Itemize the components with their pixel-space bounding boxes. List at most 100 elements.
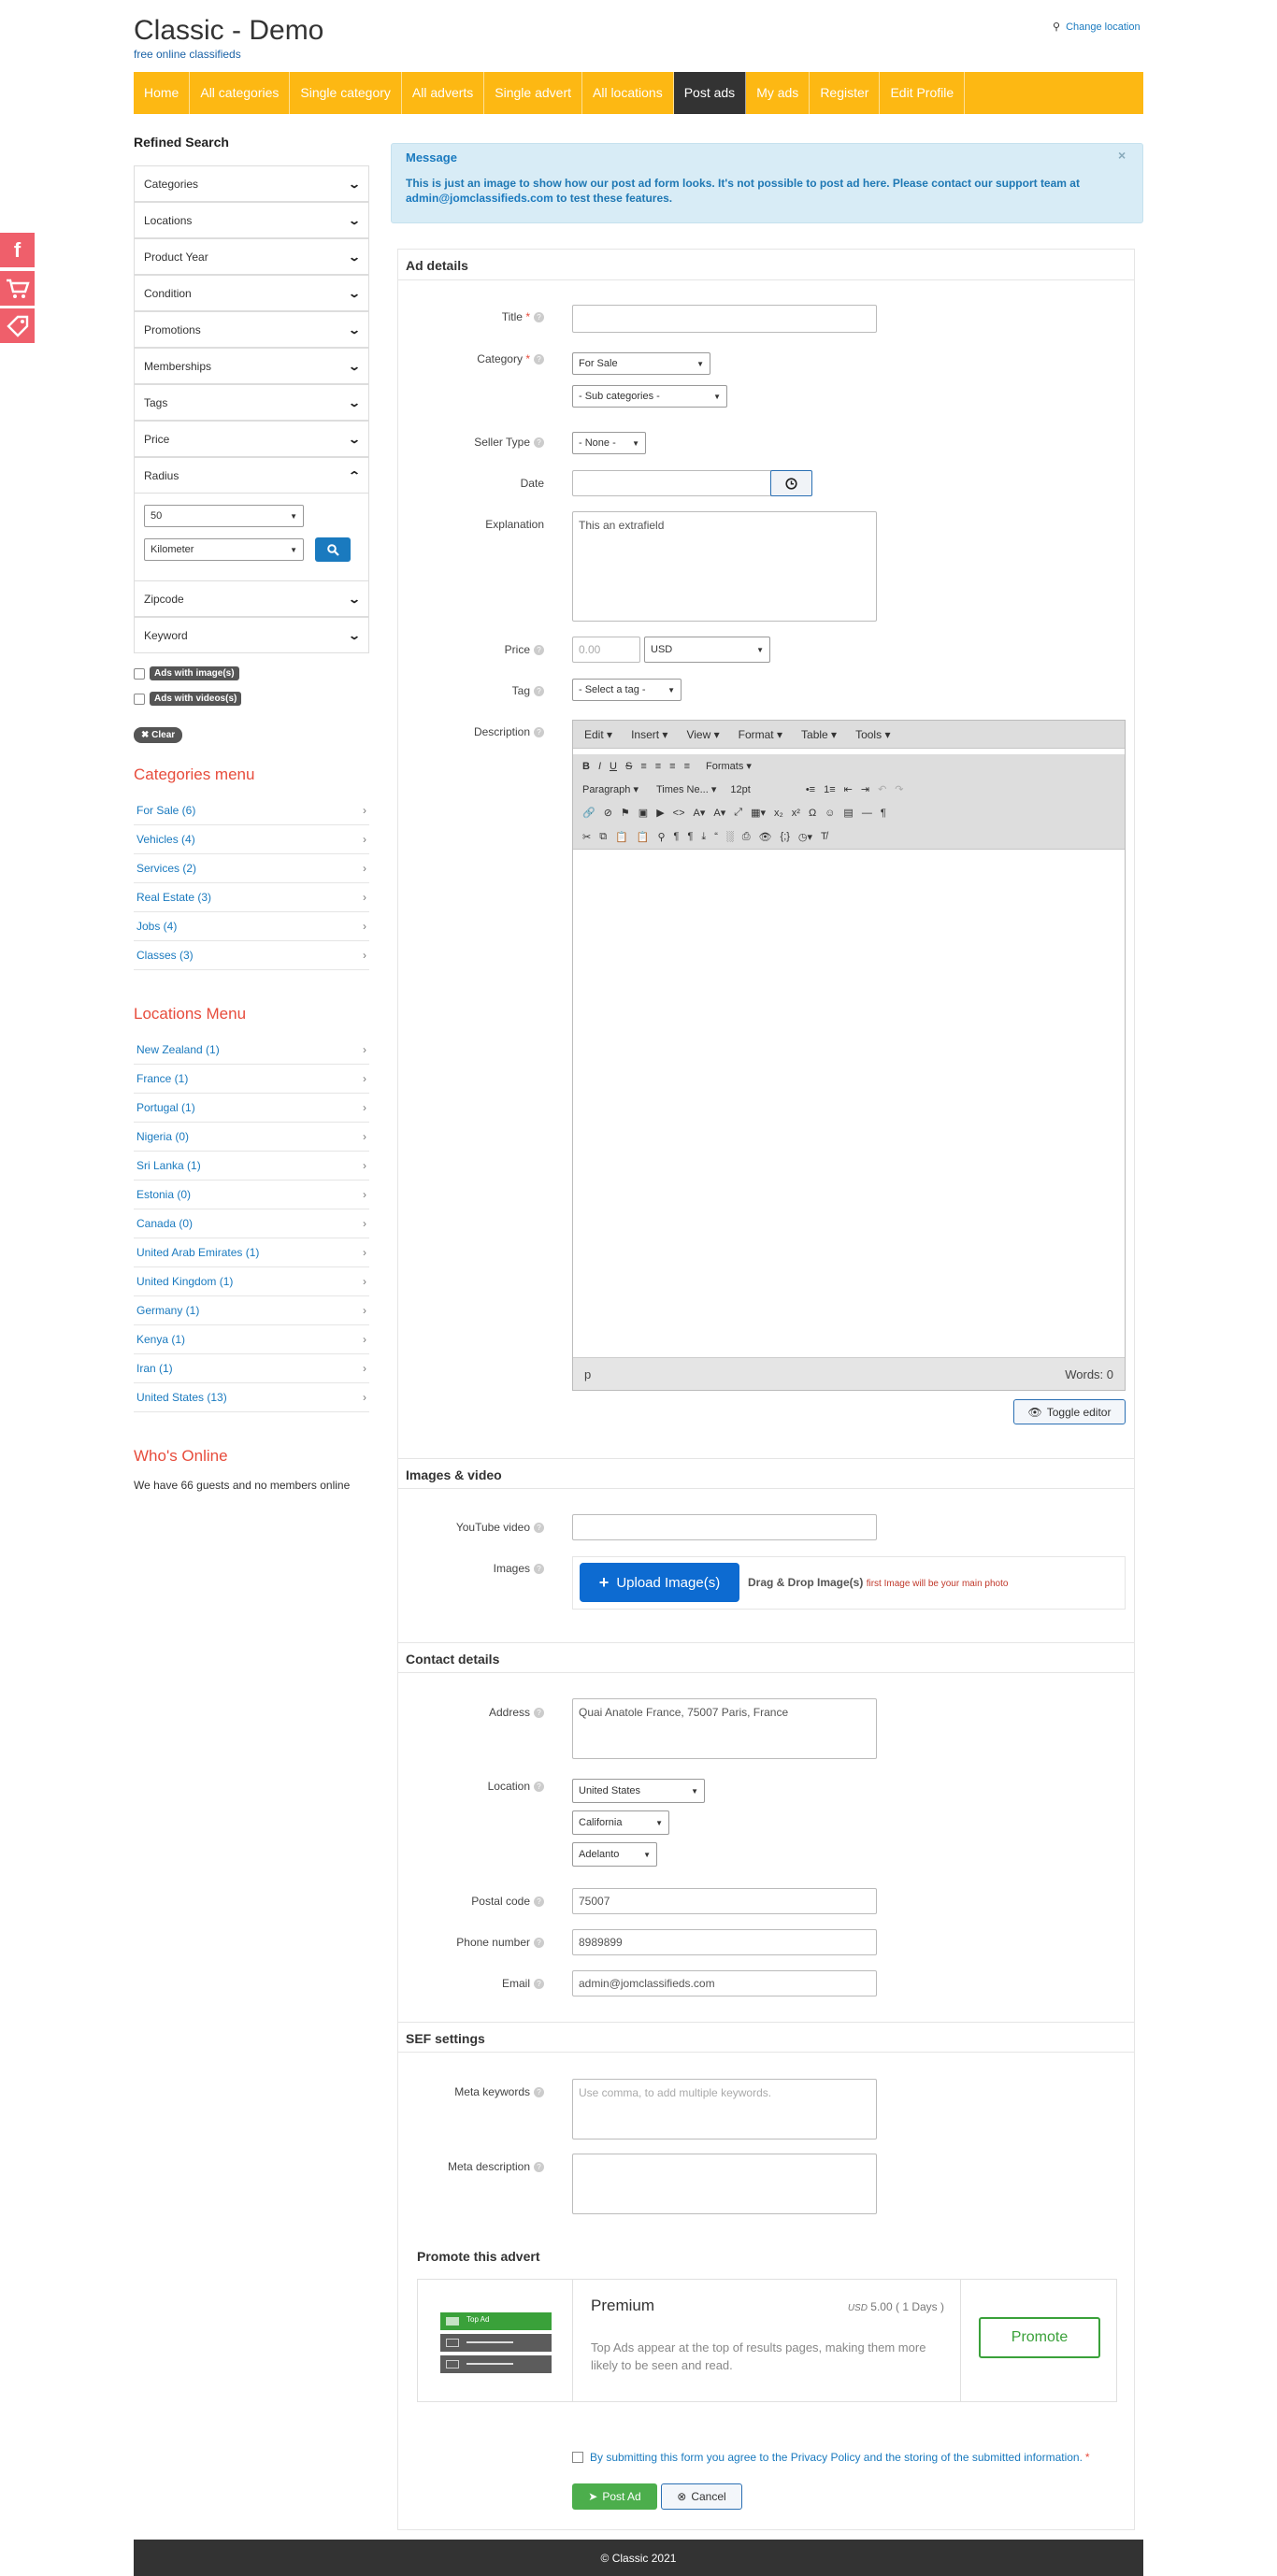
bookmark-icon[interactable]: ⚑ xyxy=(621,807,630,819)
filter-memberships[interactable]: Memberships ⌄ xyxy=(134,348,369,384)
editor-menu-format[interactable]: Format ▾ xyxy=(739,728,782,741)
seller-type-select[interactable]: - None - ▼ xyxy=(572,432,646,454)
copy-icon[interactable]: ⧉ xyxy=(599,831,607,843)
emoticon-icon[interactable]: ☺ xyxy=(825,808,835,819)
align-left-icon[interactable]: ≡ xyxy=(640,761,646,772)
meta-description-textarea[interactable] xyxy=(572,2154,877,2214)
insert-icon[interactable]: ⤓ xyxy=(701,831,706,843)
location-item[interactable]: United Arab Emirates (1) › xyxy=(134,1238,369,1267)
location-item-link[interactable]: Canada (0) xyxy=(136,1217,193,1230)
align-center-icon[interactable]: ≡ xyxy=(655,761,661,772)
filter-price[interactable]: Price ⌄ xyxy=(134,421,369,457)
filter-radius[interactable]: Radius ⌃ xyxy=(134,457,369,494)
ads-with-videos-filter[interactable]: Ads with videos(s) xyxy=(134,692,242,706)
editor-content-area[interactable] xyxy=(573,851,1125,1355)
editor-menu-insert[interactable]: Insert ▾ xyxy=(631,728,667,741)
pilcrow-icon[interactable]: ¶ xyxy=(674,831,680,842)
title-input[interactable] xyxy=(572,305,877,333)
underline-icon[interactable]: U xyxy=(610,761,617,772)
indent-icon[interactable]: ⇥ xyxy=(861,783,869,795)
subcategory-select[interactable]: - Sub categories - ▼ xyxy=(572,385,727,408)
location-item-link[interactable]: Portugal (1) xyxy=(136,1101,195,1114)
phone-input[interactable]: 8989899 xyxy=(572,1929,877,1955)
filter-promotions[interactable]: Promotions ⌄ xyxy=(134,311,369,348)
category-item[interactable]: Classes (3) › xyxy=(134,941,369,970)
nav-item-edit-profile[interactable]: Edit Profile xyxy=(880,72,966,114)
currency-select[interactable]: USD ▼ xyxy=(644,637,770,663)
help-icon[interactable]: ? xyxy=(534,1523,544,1534)
location-item[interactable]: United States (13) › xyxy=(134,1383,369,1412)
tag-select[interactable]: - Select a tag - ▼ xyxy=(572,679,682,701)
font-family-dropdown[interactable]: Times Ne... ▾ xyxy=(656,783,716,795)
pilcrow-rtl-icon[interactable]: ¶ xyxy=(687,831,693,842)
facebook-icon[interactable]: f xyxy=(0,233,35,267)
promote-button[interactable]: Promote xyxy=(979,2317,1100,2358)
location-item[interactable]: Portugal (1) › xyxy=(134,1094,369,1123)
radius-select[interactable]: 50 ▼ xyxy=(144,505,304,527)
paste-text-icon[interactable]: 📋 xyxy=(637,831,650,843)
undo-icon[interactable]: ↶ xyxy=(878,783,886,795)
location-item-link[interactable]: United Arab Emirates (1) xyxy=(136,1246,259,1259)
help-icon[interactable]: ? xyxy=(534,1782,544,1793)
location-item[interactable]: Kenya (1) › xyxy=(134,1325,369,1354)
filter-categories[interactable]: Categories ⌄ xyxy=(134,165,369,202)
clear-format-icon[interactable]: T̸ xyxy=(821,831,827,842)
location-item[interactable]: United Kingdom (1) › xyxy=(134,1267,369,1296)
meta-keywords-textarea[interactable]: Use comma, to add multiple keywords. xyxy=(572,2079,877,2140)
align-right-icon[interactable]: ≡ xyxy=(669,761,675,772)
location-item-link[interactable]: Estonia (0) xyxy=(136,1188,191,1201)
paste-icon[interactable]: 📋 xyxy=(615,831,628,843)
editor-menu-table[interactable]: Table ▾ xyxy=(801,728,837,741)
nav-item-register[interactable]: Register xyxy=(810,72,881,114)
help-icon[interactable]: ? xyxy=(534,312,544,323)
youtube-input[interactable] xyxy=(572,1514,877,1540)
date-picker-button[interactable] xyxy=(770,470,812,496)
filter-keyword[interactable]: Keyword ⌄ xyxy=(134,617,369,653)
nonbreaking-icon[interactable]: ░ xyxy=(726,831,734,842)
filter-condition[interactable]: Condition ⌄ xyxy=(134,275,369,311)
blockquote-icon[interactable]: “ xyxy=(714,831,718,842)
category-item-link[interactable]: Jobs (4) xyxy=(136,920,177,933)
image-icon[interactable]: ▣ xyxy=(638,807,648,819)
editor-menu-view[interactable]: View ▾ xyxy=(686,728,719,741)
cancel-button[interactable]: ⊗ Cancel xyxy=(661,2483,742,2510)
subscript-icon[interactable]: x₂ xyxy=(774,808,783,819)
help-icon[interactable]: ? xyxy=(534,2162,544,2173)
price-input[interactable]: 0.00 xyxy=(572,637,640,663)
align-justify-icon[interactable]: ≡ xyxy=(684,761,690,772)
filter-zipcode[interactable]: Zipcode ⌄ xyxy=(134,580,369,617)
radius-search-button[interactable] xyxy=(315,537,351,562)
upload-images-button[interactable]: + Upload Image(s) xyxy=(580,1563,739,1602)
superscript-icon[interactable]: x² xyxy=(792,808,800,819)
redo-icon[interactable]: ↷ xyxy=(895,783,903,795)
address-textarea[interactable]: Quai Anatole France, 75007 Paris, France xyxy=(572,1698,877,1759)
filter-tags[interactable]: Tags ⌄ xyxy=(134,384,369,421)
location-item[interactable]: Nigeria (0) › xyxy=(134,1123,369,1152)
editor-menu-edit[interactable]: Edit ▾ xyxy=(584,728,612,741)
consent-text[interactable]: By submitting this form you agree to the… xyxy=(590,2451,1083,2464)
category-item-link[interactable]: Real Estate (3) xyxy=(136,891,211,904)
site-title[interactable]: Classic - Demo xyxy=(134,15,323,47)
nav-item-home[interactable]: Home xyxy=(134,72,191,114)
city-select[interactable]: Adelanto ▼ xyxy=(572,1842,657,1867)
nav-item-my-ads[interactable]: My ads xyxy=(746,72,811,114)
help-icon[interactable]: ? xyxy=(534,2087,544,2098)
location-item[interactable]: Germany (1) › xyxy=(134,1296,369,1325)
location-item-link[interactable]: New Zealand (1) xyxy=(136,1043,220,1056)
radius-unit-select[interactable]: Kilometer ▼ xyxy=(144,538,304,561)
location-item-link[interactable]: Germany (1) xyxy=(136,1304,199,1317)
help-icon[interactable]: ? xyxy=(534,1938,544,1949)
location-item-link[interactable]: United States (13) xyxy=(136,1391,227,1404)
font-size-dropdown[interactable]: 12pt xyxy=(730,784,750,795)
help-icon[interactable]: ? xyxy=(534,1708,544,1719)
fullscreen-icon[interactable]: ⤢ xyxy=(734,807,742,819)
table-icon[interactable]: ▦▾ xyxy=(751,807,766,819)
nav-item-post-ads[interactable]: Post ads xyxy=(673,72,747,114)
help-icon[interactable]: ? xyxy=(534,1564,544,1575)
filter-locations[interactable]: Locations ⌄ xyxy=(134,202,369,238)
location-item[interactable]: Canada (0) › xyxy=(134,1209,369,1238)
search-replace-icon[interactable]: ⚲ xyxy=(657,831,665,843)
category-item-link[interactable]: Vehicles (4) xyxy=(136,833,195,846)
bold-icon[interactable]: B xyxy=(582,761,590,772)
pilcrow-ltr-icon[interactable]: ¶ xyxy=(881,808,886,819)
